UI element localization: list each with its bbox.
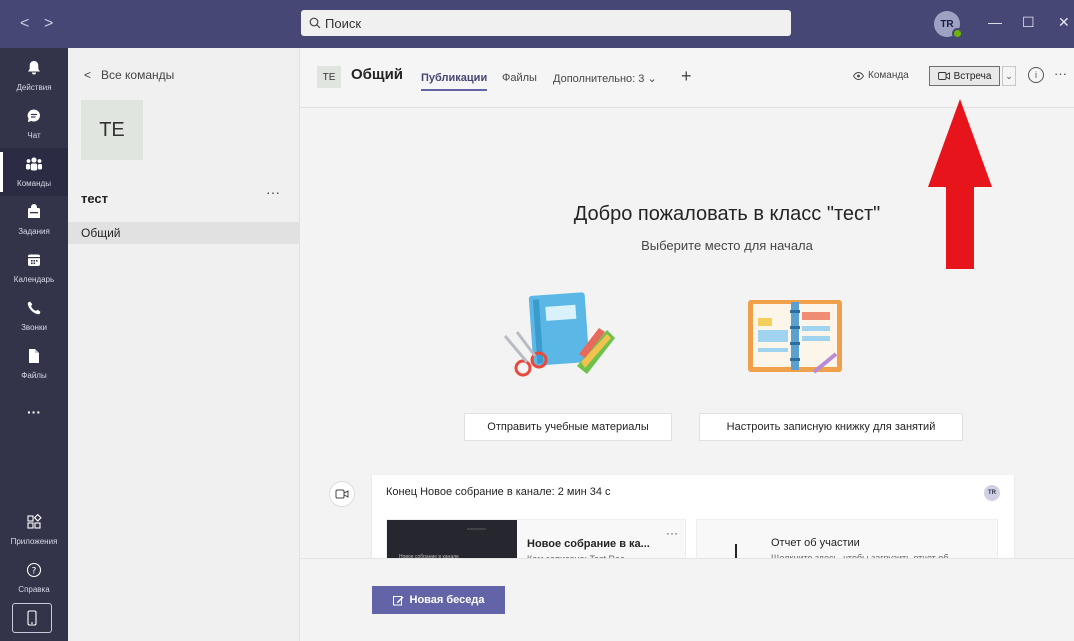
back-arrow-icon[interactable]: < (20, 15, 29, 33)
rail-label: Задания (18, 227, 50, 236)
user-avatar[interactable]: TR (934, 11, 963, 39)
rail-item-teams[interactable]: Команды (0, 148, 68, 196)
rail-label: Действия (16, 83, 52, 92)
tab-files[interactable]: Файлы (502, 72, 537, 84)
all-teams-link[interactable]: < Все команды (84, 68, 174, 82)
app-rail: Действия Чат Команды Задания Календарь З… (0, 48, 68, 641)
team-button[interactable]: Команда (853, 70, 909, 81)
rail-label: Звонки (21, 323, 47, 332)
recording-title: Новое собрание в ка... (527, 538, 650, 550)
search-icon (309, 17, 321, 29)
mobile-phone-icon (27, 610, 37, 626)
all-teams-label: Все команды (101, 68, 175, 82)
video-camera-icon (937, 72, 950, 80)
class-materials-illustration (503, 292, 615, 377)
new-conversation-label: Новая беседа (409, 594, 485, 606)
rail-item-assignments[interactable]: Задания (0, 196, 68, 244)
new-conversation-button[interactable]: Новая беседа (372, 586, 505, 614)
search-placeholder: Поиск (325, 15, 362, 31)
rail-label: Чат (27, 131, 41, 140)
eye-icon (853, 71, 864, 80)
meeting-ended-icon (329, 481, 355, 507)
recording-thumbnail-corner-mark: ▭▭▭▭▭ (467, 526, 486, 531)
minimize-button[interactable]: — (988, 14, 1002, 30)
rail-label: Приложения (10, 537, 58, 546)
apps-icon (26, 513, 42, 535)
presence-available-icon (952, 28, 963, 39)
rail-item-apps[interactable]: Приложения (0, 506, 68, 554)
rail-item-calendar[interactable]: Календарь (0, 244, 68, 292)
team-button-label: Команда (868, 70, 909, 81)
avatar-initials: TR (940, 18, 954, 30)
rail-item-more[interactable]: ··· (0, 388, 68, 436)
team-more-options-button[interactable]: ··· (266, 184, 280, 200)
recording-more-options-button[interactable]: ··· (666, 526, 678, 540)
team-name[interactable]: тест (81, 191, 108, 206)
close-button[interactable]: ✕ (1058, 14, 1070, 31)
rail-item-calls[interactable]: Звонки (0, 292, 68, 340)
search-input[interactable]: Поиск (301, 10, 791, 36)
channel-team-avatar: TE (317, 66, 341, 88)
meet-button-label: Встреча (953, 70, 992, 82)
channel-more-options-button[interactable]: ··· (1054, 66, 1067, 81)
add-tab-button[interactable]: + (681, 66, 692, 87)
info-icon[interactable]: i (1028, 67, 1044, 83)
rail-label: Календарь (13, 275, 55, 284)
meeting-participant-avatar[interactable]: TR (984, 485, 1000, 501)
forward-arrow-icon[interactable]: > (44, 15, 53, 33)
svg-text:?: ? (32, 567, 37, 577)
bell-icon (26, 60, 42, 81)
channel-item-general[interactable]: Общий (68, 222, 299, 244)
compose-icon (392, 595, 403, 605)
tab-more[interactable]: Дополнительно: 3 ⌄ (553, 72, 657, 85)
meet-dropdown-button[interactable]: ⌄ (1002, 66, 1016, 86)
title-bar: < > Поиск TR — ☐ ✕ (0, 0, 1074, 48)
mobile-app-button[interactable] (12, 603, 52, 633)
rail-item-activity[interactable]: Действия (0, 52, 68, 100)
distribute-materials-button[interactable]: Отправить учебные материалы (464, 413, 672, 441)
meeting-ended-title: Конец Новое собрание в канале: 2 мин 34 … (386, 486, 611, 498)
rail-label: Справка (18, 585, 50, 594)
channel-title: Общий (351, 66, 404, 83)
tab-posts[interactable]: Публикации (421, 72, 488, 91)
chevron-left-icon: < (84, 68, 92, 82)
chat-icon (26, 108, 42, 129)
team-pane: < Все команды TE тест ··· Общий (68, 48, 300, 641)
setup-class-notebook-button[interactable]: Настроить записную книжку для занятий (699, 413, 963, 441)
compose-bar: Новая беседа (300, 558, 1074, 641)
more-icon: ··· (27, 404, 41, 420)
help-icon: ? (26, 562, 42, 583)
meet-now-button[interactable]: Встреча (929, 66, 1000, 86)
rail-item-help[interactable]: ? Справка (0, 554, 68, 602)
attendance-report-title: Отчет об участии (771, 537, 860, 549)
rail-label: Команды (17, 179, 51, 188)
assignments-icon (26, 204, 42, 225)
rail-item-files[interactable]: Файлы (0, 340, 68, 388)
rail-label: Файлы (21, 371, 47, 380)
file-icon (27, 348, 41, 369)
team-avatar: TE (81, 100, 143, 160)
maximize-button[interactable]: ☐ (1022, 14, 1035, 31)
calendar-icon (26, 252, 42, 273)
rail-item-chat[interactable]: Чат (0, 100, 68, 148)
red-annotation-arrow (928, 99, 992, 269)
teams-icon (25, 156, 43, 177)
class-notebook-illustration (748, 300, 842, 374)
phone-icon (26, 300, 42, 321)
